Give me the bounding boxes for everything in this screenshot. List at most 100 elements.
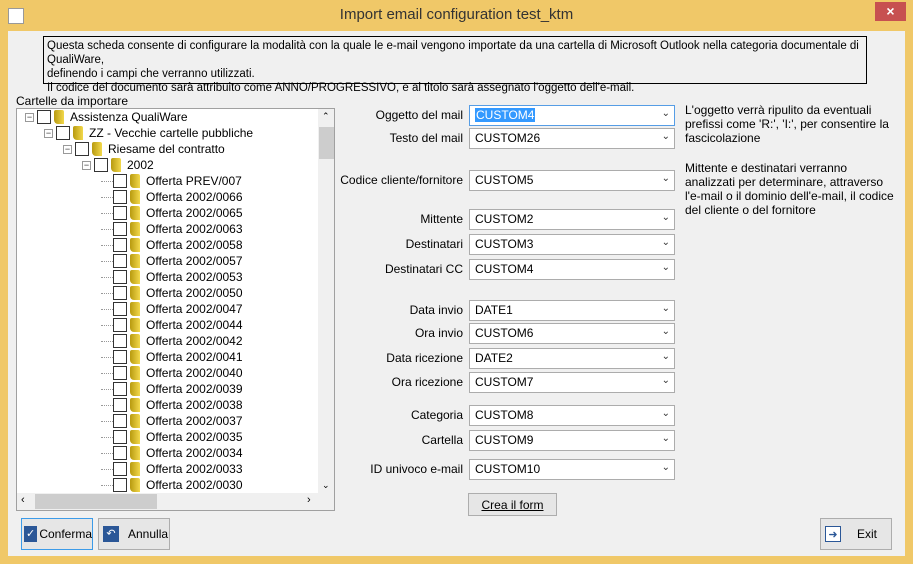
chevron-down-icon[interactable]: ⌄ (662, 108, 670, 119)
tree-checkbox[interactable] (113, 382, 127, 396)
selected-value: CUSTOM9 (475, 433, 534, 447)
undo-icon: ↶ (103, 526, 119, 542)
field-select[interactable]: CUSTOM7 ⌄ (469, 372, 675, 393)
chevron-down-icon[interactable]: ⌄ (662, 462, 670, 473)
folder-icon (130, 366, 140, 380)
tree-node-label: Offerta 2002/0035 (146, 430, 243, 444)
folder-icon (130, 286, 140, 300)
info-box: Questa scheda consente di configurare la… (43, 36, 867, 94)
tree-checkbox[interactable] (113, 398, 127, 412)
collapse-icon[interactable]: − (63, 144, 72, 154)
chevron-down-icon[interactable]: ⌄ (662, 262, 670, 273)
tree-line (101, 308, 113, 310)
tree-node[interactable]: Offerta 2002/0042 (101, 333, 243, 349)
tree-node[interactable]: − 2002 (82, 157, 154, 173)
field-select[interactable]: CUSTOM2 ⌄ (469, 209, 675, 230)
tree-node[interactable]: Offerta 2002/0037 (101, 413, 243, 429)
tree-node[interactable]: Offerta 2002/0039 (101, 381, 243, 397)
field-select[interactable]: DATE2 ⌄ (469, 348, 675, 369)
tree-node[interactable]: Offerta 2002/0038 (101, 397, 243, 413)
exit-icon: ➜ (825, 526, 841, 542)
chevron-down-icon[interactable]: ⌄ (662, 375, 670, 386)
field-select[interactable]: CUSTOM3 ⌄ (469, 234, 675, 255)
chevron-down-icon[interactable]: ⌄ (662, 173, 670, 184)
chevron-down-icon[interactable]: ⌄ (662, 408, 670, 419)
tree-node[interactable]: − Riesame del contratto (63, 141, 225, 157)
chevron-down-icon[interactable]: ⌄ (662, 237, 670, 248)
field-select[interactable]: CUSTOM26 ⌄ (469, 128, 675, 149)
create-form-button[interactable]: Crea il form (468, 493, 557, 516)
tree-node[interactable]: Offerta 2002/0040 (101, 365, 243, 381)
chevron-down-icon[interactable]: ⌄ (662, 303, 670, 314)
tree-checkbox[interactable] (75, 142, 89, 156)
tree-node[interactable]: Offerta 2002/0063 (101, 221, 243, 237)
tree-line (101, 372, 113, 374)
field-label: Mittente (420, 212, 463, 226)
folder-icon (54, 110, 64, 124)
tree-node-label: Offerta 2002/0063 (146, 222, 243, 236)
tree-node[interactable]: Offerta 2002/0058 (101, 237, 243, 253)
tree-checkbox[interactable] (37, 110, 51, 124)
field-select[interactable]: CUSTOM10 ⌄ (469, 459, 675, 480)
tree-checkbox[interactable] (113, 446, 127, 460)
field-select[interactable]: CUSTOM6 ⌄ (469, 323, 675, 344)
chevron-down-icon[interactable]: ⌄ (662, 131, 670, 142)
tree-node[interactable]: − Assistenza QualiWare (25, 109, 188, 125)
tree-node[interactable]: Offerta 2002/0041 (101, 349, 243, 365)
tree-node[interactable]: Offerta PREV/007 (101, 173, 242, 189)
tree-checkbox[interactable] (113, 254, 127, 268)
collapse-icon[interactable]: − (44, 128, 53, 138)
cancel-button[interactable]: ↶ Annulla (98, 518, 170, 550)
tree-node[interactable]: Offerta 2002/0057 (101, 253, 243, 269)
sender-note: Mittente e destinatari verranno analizza… (685, 161, 894, 217)
exit-button[interactable]: ➜ Exit (820, 518, 892, 550)
field-select[interactable]: CUSTOM9 ⌄ (469, 430, 675, 451)
tree-checkbox[interactable] (113, 414, 127, 428)
tree-checkbox[interactable] (113, 238, 127, 252)
close-button[interactable]: × (875, 2, 906, 21)
tree-checkbox[interactable] (113, 206, 127, 220)
tree-node[interactable]: Offerta 2002/0035 (101, 429, 243, 445)
scroll-thumb[interactable] (35, 494, 157, 509)
field-label: Destinatari (405, 237, 463, 251)
tree-node-label: Offerta 2002/0066 (146, 190, 243, 204)
tree-checkbox[interactable] (113, 478, 127, 492)
chevron-down-icon[interactable]: ⌄ (662, 212, 670, 223)
tree-checkbox[interactable] (56, 126, 70, 140)
collapse-icon[interactable]: − (82, 160, 91, 170)
field-select[interactable]: CUSTOM5 ⌄ (469, 170, 675, 191)
tree-node[interactable]: Offerta 2002/0033 (101, 461, 243, 477)
chevron-down-icon[interactable]: ⌄ (662, 433, 670, 444)
tree-checkbox[interactable] (113, 334, 127, 348)
chevron-down-icon[interactable]: ⌄ (662, 326, 670, 337)
confirm-button[interactable]: ✓ Conferma (21, 518, 93, 550)
tree-checkbox[interactable] (113, 350, 127, 364)
tree-node[interactable]: Offerta 2002/0034 (101, 445, 243, 461)
tree-checkbox[interactable] (113, 302, 127, 316)
tree-checkbox[interactable] (113, 286, 127, 300)
chevron-down-icon[interactable]: ⌄ (662, 351, 670, 362)
tree-checkbox[interactable] (113, 270, 127, 284)
tree-checkbox[interactable] (113, 222, 127, 236)
tree-node[interactable]: Offerta 2002/0065 (101, 205, 243, 221)
tree-node[interactable]: Offerta 2002/0030 (101, 477, 243, 493)
horizontal-scrollbar[interactable]: ‹ › (17, 493, 334, 510)
tree-checkbox[interactable] (113, 190, 127, 204)
collapse-icon[interactable]: − (25, 112, 34, 122)
field-select[interactable]: DATE1 ⌄ (469, 300, 675, 321)
tree-checkbox[interactable] (113, 430, 127, 444)
tree-checkbox[interactable] (113, 462, 127, 476)
tree-node[interactable]: Offerta 2002/0053 (101, 269, 243, 285)
field-select[interactable]: CUSTOM8 ⌄ (469, 405, 675, 426)
tree-checkbox[interactable] (113, 366, 127, 380)
tree-node[interactable]: Offerta 2002/0066 (101, 189, 243, 205)
field-select[interactable]: CUSTOM4 ⌄ (469, 259, 675, 280)
field-select[interactable]: CUSTOM4 ⌄ (469, 105, 675, 126)
tree-node[interactable]: − ZZ - Vecchie cartelle pubbliche (44, 125, 253, 141)
tree-node[interactable]: Offerta 2002/0044 (101, 317, 243, 333)
tree-checkbox[interactable] (113, 318, 127, 332)
tree-node[interactable]: Offerta 2002/0050 (101, 285, 243, 301)
tree-node[interactable]: Offerta 2002/0047 (101, 301, 243, 317)
tree-checkbox[interactable] (94, 158, 108, 172)
tree-checkbox[interactable] (113, 174, 127, 188)
